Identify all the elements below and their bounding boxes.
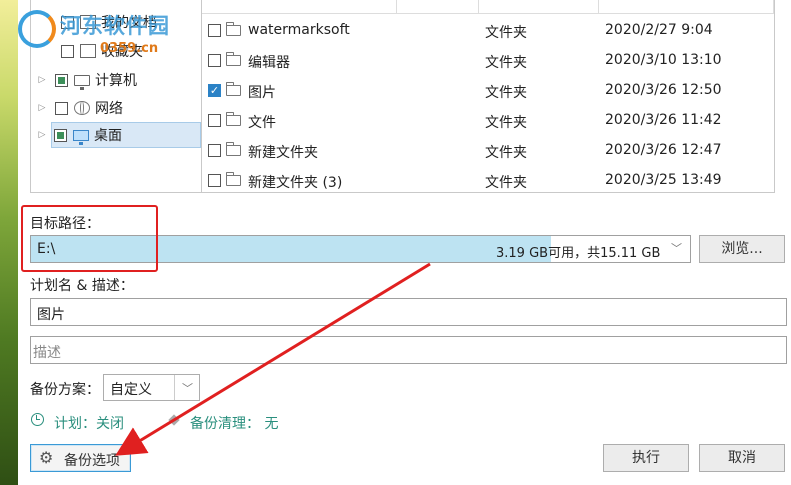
folder-icon	[226, 172, 241, 186]
file-type: 文件夹	[485, 25, 527, 41]
file-type: 文件夹	[485, 55, 527, 71]
folder-icon	[226, 82, 241, 96]
file-date: 2020/3/26 11:42	[605, 112, 722, 128]
description-placeholder: 描述	[33, 345, 61, 361]
file-checkbox[interactable]	[208, 114, 221, 127]
file-checkbox[interactable]	[208, 84, 221, 97]
desktop-background-strip	[0, 0, 18, 485]
file-list[interactable]: watermarksoft 文件夹 2020/2/27 9:04 编辑器 文件夹…	[201, 0, 775, 193]
expand-arrow-icon[interactable]: ▷	[37, 103, 47, 113]
tree-item-label: 桌面	[94, 128, 122, 144]
disk-space-text: 3.19 GB可用，共15.11 GB	[496, 246, 661, 261]
file-name: 图片	[248, 85, 276, 101]
file-row[interactable]: 编辑器 文件夹 2020/3/10 13:10	[202, 46, 774, 76]
column-header-row	[202, 0, 774, 14]
browse-button[interactable]: 浏览...	[699, 235, 785, 263]
plan-description-input[interactable]: 描述	[30, 336, 787, 364]
file-type: 文件夹	[485, 145, 527, 161]
file-checkbox[interactable]	[208, 54, 221, 67]
tree-item-label: 网络	[95, 101, 123, 117]
tree-item-computer[interactable]: ▷ 计算机	[31, 67, 201, 93]
file-type: 文件夹	[485, 85, 527, 101]
target-path-label: 目标路径：	[30, 216, 100, 232]
tree-checkbox[interactable]	[55, 101, 68, 115]
file-name: 新建文件夹 (3)	[248, 175, 343, 191]
file-row[interactable]: watermarksoft 文件夹 2020/2/27 9:04	[202, 16, 774, 46]
file-date: 2020/3/26 12:50	[605, 82, 722, 98]
file-checkbox[interactable]	[208, 24, 221, 37]
backup-window: 我的文档 收藏夹 ▷ 计算机 ▷ 网络 ▷ 桌面 watermarksoft 文…	[18, 0, 791, 485]
tree-item-label: 计算机	[95, 73, 137, 89]
file-name: 文件	[248, 115, 276, 131]
file-row[interactable]: 文件 文件夹 2020/3/26 11:42	[202, 106, 774, 136]
folder-icon	[226, 142, 241, 156]
document-icon	[80, 15, 96, 29]
tree-checkbox[interactable]	[61, 15, 74, 29]
backup-scheme-value: 自定义	[110, 382, 152, 398]
file-date: 2020/3/25 13:49	[605, 172, 722, 188]
folder-icon	[226, 52, 241, 66]
clock-icon	[31, 413, 44, 426]
computer-icon	[74, 74, 90, 90]
schedule-status-link[interactable]: 计划：关闭	[54, 413, 124, 433]
plan-name-input[interactable]: 图片	[30, 298, 787, 326]
file-type: 文件夹	[485, 175, 527, 191]
file-row[interactable]: 新建文件夹 (3) 文件夹 2020/3/25 13:49	[202, 166, 774, 196]
plan-name-value: 图片	[37, 307, 65, 323]
column-divider[interactable]	[598, 0, 599, 14]
backup-options-button[interactable]: ⚙ 备份选项	[30, 444, 131, 472]
folder-icon	[226, 112, 241, 126]
folder-icon	[226, 22, 241, 36]
file-date: 2020/2/27 9:04	[605, 22, 713, 38]
backup-options-label: 备份选项	[64, 453, 120, 469]
target-path-value: E:\	[37, 241, 56, 257]
file-name: watermarksoft	[248, 22, 350, 38]
tree-item-desktop[interactable]: 桌面	[51, 122, 201, 148]
desktop-icon	[73, 129, 89, 145]
tree-item-documents[interactable]: 我的文档	[31, 9, 201, 35]
backup-scheme-label: 备份方案：	[30, 382, 100, 398]
expand-arrow-icon[interactable]: ▷	[37, 130, 47, 140]
tree-item-network[interactable]: ▷ 网络	[31, 95, 201, 121]
gear-icon: ⚙	[39, 448, 54, 467]
chevron-down-icon[interactable]: ﹀	[182, 380, 193, 396]
chevron-down-icon[interactable]: ﹀	[671, 240, 682, 256]
cleanup-icon	[168, 414, 180, 426]
plan-name-label: 计划名 & 描述：	[30, 278, 134, 294]
tree-item-label: 收藏夹	[101, 44, 143, 60]
tree-checkbox[interactable]	[54, 128, 67, 142]
document-icon	[80, 44, 96, 58]
file-checkbox[interactable]	[208, 144, 221, 157]
column-divider[interactable]	[396, 0, 397, 14]
tree-checkbox[interactable]	[55, 73, 68, 87]
column-divider[interactable]	[773, 0, 774, 14]
tree-checkbox[interactable]	[61, 44, 74, 58]
file-row[interactable]: 图片 文件夹 2020/3/26 12:50	[202, 76, 774, 106]
network-icon	[74, 101, 90, 115]
file-type: 文件夹	[485, 115, 527, 131]
backup-scheme-select[interactable]: 自定义 ﹀	[103, 374, 200, 401]
file-name: 编辑器	[248, 55, 290, 71]
execute-button[interactable]: 执行	[603, 444, 689, 472]
file-date: 2020/3/26 12:47	[605, 142, 722, 158]
tree-item-label: 我的文档	[101, 15, 157, 31]
select-divider	[174, 375, 175, 400]
file-name: 新建文件夹	[248, 145, 318, 161]
source-tree[interactable]: 我的文档 收藏夹 ▷ 计算机 ▷ 网络 ▷ 桌面	[30, 0, 201, 193]
file-checkbox[interactable]	[208, 174, 221, 187]
column-divider[interactable]	[478, 0, 479, 14]
disk-usage-bar	[31, 236, 551, 262]
tree-item-favorites[interactable]: 收藏夹	[31, 38, 201, 64]
cancel-button[interactable]: 取消	[699, 444, 785, 472]
file-row[interactable]: 新建文件夹 文件夹 2020/3/26 12:47	[202, 136, 774, 166]
cleanup-status-link[interactable]: 备份清理： 无	[190, 413, 278, 433]
target-path-dropdown[interactable]: E:\ 3.19 GB可用，共15.11 GB ﹀	[30, 235, 691, 263]
expand-arrow-icon[interactable]: ▷	[37, 75, 47, 85]
file-date: 2020/3/10 13:10	[605, 52, 722, 68]
